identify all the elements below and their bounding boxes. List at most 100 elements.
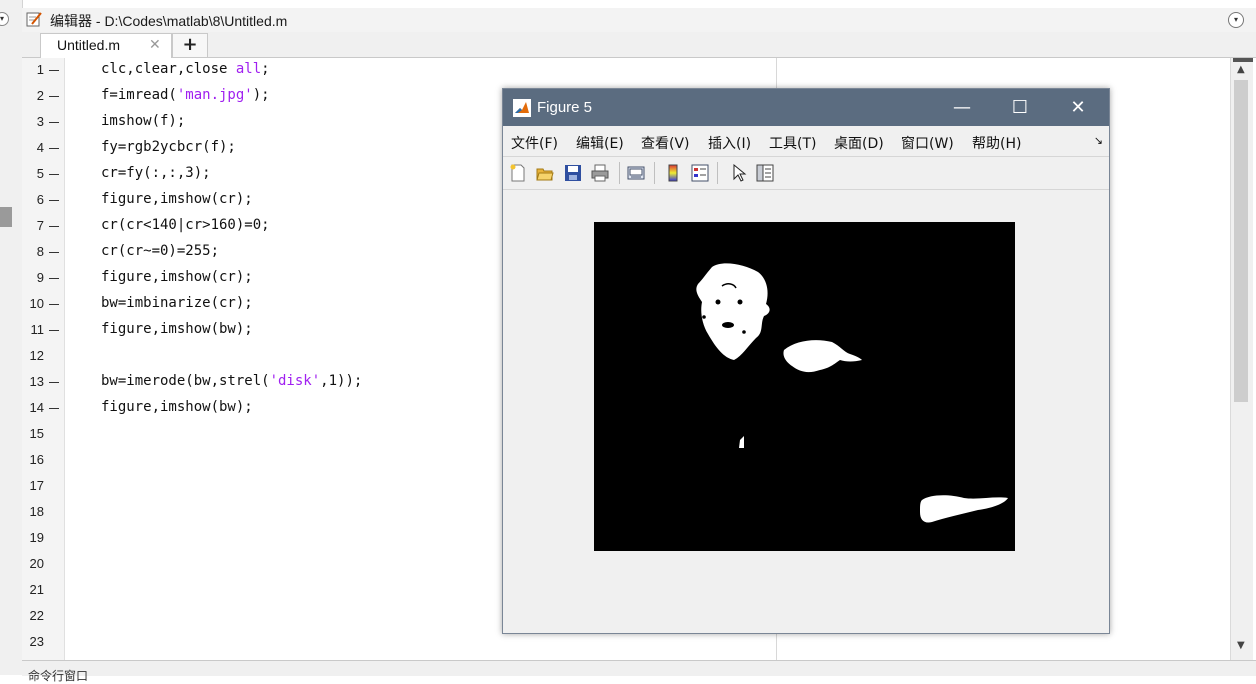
- code-line[interactable]: cr(cr~=0)=255;: [101, 243, 219, 259]
- line-number: 6: [36, 192, 44, 207]
- line-number: 21: [29, 582, 44, 597]
- property-editor-icon[interactable]: [756, 164, 774, 182]
- breakpoint-marker[interactable]: [49, 408, 59, 409]
- line-number: 10: [29, 296, 44, 311]
- menu-tools[interactable]: 工具(T): [769, 133, 816, 153]
- code-text: ;: [261, 61, 270, 77]
- breakpoint-marker[interactable]: [49, 122, 59, 123]
- line-number: 1: [36, 62, 44, 77]
- code-text: clc,clear,close: [101, 61, 236, 77]
- line-number: 4: [36, 140, 44, 155]
- breakpoint-marker[interactable]: [49, 278, 59, 279]
- code-keyword: all: [235, 61, 262, 77]
- menu-file[interactable]: 文件(F): [511, 133, 558, 153]
- new-figure-icon[interactable]: [509, 164, 527, 182]
- menu-insert[interactable]: 插入(I): [708, 133, 751, 153]
- maximize-button[interactable]: ☐: [991, 89, 1049, 126]
- line-number: 19: [29, 530, 44, 545]
- tab-close-icon[interactable]: ✕: [149, 37, 161, 53]
- new-tab-button[interactable]: +: [172, 33, 208, 58]
- code-line[interactable]: figure,imshow(bw);: [101, 321, 253, 337]
- code-line[interactable]: cr=fy(:,:,3);: [101, 165, 211, 181]
- panel-marker: [0, 207, 12, 227]
- menu-help[interactable]: 帮助(H): [972, 133, 1021, 153]
- code-line[interactable]: clc,clear,close all;: [101, 61, 270, 77]
- binary-image-display: [594, 222, 1015, 551]
- menu-edit[interactable]: 编辑(E): [576, 133, 624, 153]
- line-number: 11: [30, 322, 45, 337]
- line-number: 3: [36, 114, 44, 129]
- editor-title-bar: 编辑器 - D:\Codes\matlab\8\Untitled.m ▾: [22, 8, 1256, 33]
- legend-icon[interactable]: [691, 164, 709, 182]
- menu-desktop[interactable]: 桌面(D): [834, 133, 884, 153]
- save-icon[interactable]: [564, 164, 582, 182]
- line-number: 23: [29, 634, 44, 649]
- toolbar-separator: [619, 162, 620, 184]
- scroll-up-icon[interactable]: ▲: [1237, 64, 1245, 75]
- code-string: 'man.jpg': [176, 87, 253, 103]
- close-button[interactable]: ✕: [1049, 89, 1107, 126]
- breakpoint-marker[interactable]: [49, 252, 59, 253]
- code-line[interactable]: bw=imbinarize(cr);: [101, 295, 253, 311]
- left-panel-strip: ▾: [0, 0, 23, 675]
- code-line[interactable]: cr(cr<140|cr>160)=0;: [101, 217, 270, 233]
- editor-icon: [26, 12, 42, 27]
- figure-title-bar[interactable]: Figure 5 — ☐ ✕: [503, 89, 1109, 126]
- breakpoint-marker[interactable]: [49, 96, 59, 97]
- breakpoint-marker[interactable]: [49, 382, 59, 383]
- dock-arrow-icon[interactable]: ↘: [1094, 134, 1103, 147]
- code-line[interactable]: figure,imshow(cr);: [101, 269, 253, 285]
- breakpoint-marker[interactable]: [49, 70, 59, 71]
- toolbar-separator: [717, 162, 718, 184]
- line-number: 20: [29, 556, 44, 571]
- code-line[interactable]: fy=rgb2ycbcr(f);: [101, 139, 236, 155]
- open-file-icon[interactable]: [536, 164, 554, 182]
- matlab-logo-icon: [513, 99, 531, 117]
- code-text: ,1));: [320, 373, 363, 389]
- breakpoint-marker[interactable]: [49, 304, 59, 305]
- tab-untitled[interactable]: Untitled.m ✕: [40, 33, 172, 58]
- breakpoint-marker[interactable]: [49, 226, 59, 227]
- code-line[interactable]: imshow(f);: [101, 113, 185, 129]
- editor-actions-icon[interactable]: ▾: [1228, 12, 1244, 28]
- breakpoint-marker[interactable]: [49, 174, 59, 175]
- minimize-button[interactable]: —: [933, 89, 991, 126]
- pointer-icon[interactable]: [730, 164, 748, 182]
- tab-label: Untitled.m: [57, 37, 121, 53]
- breakpoint-marker[interactable]: [49, 200, 59, 201]
- breakpoint-marker[interactable]: [49, 148, 59, 149]
- command-window-header[interactable]: 命令行窗口: [22, 660, 1256, 683]
- menu-view[interactable]: 查看(V): [641, 133, 690, 153]
- code-line[interactable]: f=imread('man.jpg');: [101, 87, 270, 103]
- line-number: 8: [36, 244, 44, 259]
- code-line[interactable]: figure,imshow(bw);: [101, 399, 253, 415]
- line-number: 12: [29, 348, 44, 363]
- line-number: 9: [36, 270, 44, 285]
- editor-tab-strip: Untitled.m ✕ +: [22, 32, 1256, 58]
- code-line[interactable]: figure,imshow(cr);: [101, 191, 253, 207]
- line-number: 16: [29, 452, 44, 467]
- code-string: 'disk': [269, 373, 321, 389]
- code-line[interactable]: bw=imerode(bw,strel('disk',1));: [101, 373, 362, 389]
- line-number: 17: [29, 478, 44, 493]
- colorbar-icon[interactable]: [664, 164, 682, 182]
- line-number: 5: [36, 166, 44, 181]
- scrollbar-thumb[interactable]: [1234, 80, 1248, 402]
- line-number: 22: [29, 608, 44, 623]
- scroll-down-icon[interactable]: ▼: [1237, 640, 1245, 651]
- line-number: 13: [29, 374, 44, 389]
- figure-window[interactable]: Figure 5 — ☐ ✕ 文件(F) 编辑(E) 查看(V) 插入(I) 工…: [502, 88, 1110, 634]
- line-number: 14: [29, 400, 44, 415]
- figure-title: Figure 5: [537, 99, 593, 116]
- panel-collapse-icon[interactable]: ▾: [0, 12, 9, 26]
- print-icon[interactable]: [591, 164, 609, 182]
- line-number: 2: [36, 88, 44, 103]
- vertical-scrollbar[interactable]: ▲ ▼: [1230, 58, 1253, 660]
- code-text: bw=imerode(bw,strel(: [101, 373, 270, 389]
- line-number: 18: [29, 504, 44, 519]
- breakpoint-marker[interactable]: [49, 330, 59, 331]
- link-plot-icon[interactable]: [627, 164, 645, 182]
- code-text: );: [252, 87, 270, 103]
- menu-window[interactable]: 窗口(W): [901, 133, 954, 153]
- scroll-split-handle[interactable]: [1233, 58, 1253, 62]
